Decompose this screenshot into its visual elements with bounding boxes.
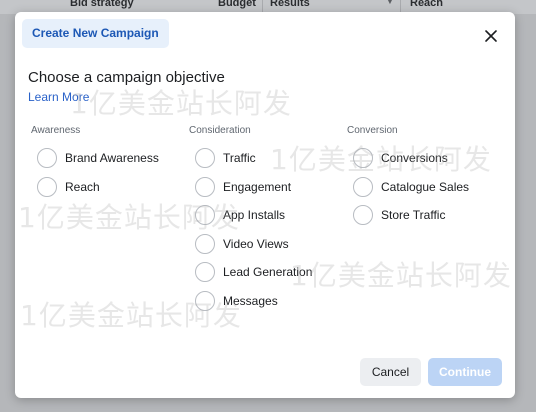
cancel-button[interactable]: Cancel xyxy=(360,358,421,386)
close-button[interactable] xyxy=(481,26,501,46)
radio-button[interactable] xyxy=(353,148,373,169)
radio-button[interactable] xyxy=(195,205,215,226)
objective-option-reach[interactable]: Reach xyxy=(31,173,159,202)
column-label-consideration: Consideration xyxy=(189,125,251,136)
column-header-bid-strategy: Bid strategy xyxy=(70,0,134,9)
radio-button[interactable] xyxy=(353,176,373,197)
objective-column-awareness: Awareness Brand Awareness Reach xyxy=(31,124,159,201)
column-label-conversion: Conversion xyxy=(347,125,398,136)
radio-button[interactable] xyxy=(353,205,373,226)
option-label: Traffic xyxy=(223,151,256,166)
objective-option-catalogue-sales[interactable]: Catalogue Sales xyxy=(347,173,469,202)
objective-column-conversion: Conversion Conversions Catalogue Sales S… xyxy=(347,124,469,230)
option-label: Engagement xyxy=(223,179,292,194)
radio-button[interactable] xyxy=(195,233,215,254)
option-label: Lead Generation xyxy=(223,265,313,280)
option-label: Brand Awareness xyxy=(65,151,159,166)
continue-button[interactable]: Continue xyxy=(428,358,502,386)
option-label: Messages xyxy=(223,293,278,308)
campaign-objective-dialog: Create New Campaign Choose a campaign ob… xyxy=(15,12,515,398)
objective-column-consideration: Consideration Traffic Engagement App Ins… xyxy=(189,124,312,315)
option-label: Reach xyxy=(65,179,100,194)
objective-option-lead-generation[interactable]: Lead Generation xyxy=(189,258,312,287)
close-icon xyxy=(485,30,497,42)
option-label: Video Views xyxy=(223,236,289,251)
radio-button[interactable] xyxy=(195,148,215,169)
objective-option-video-views[interactable]: Video Views xyxy=(189,230,312,259)
create-new-campaign-tab[interactable]: Create New Campaign xyxy=(22,19,169,48)
radio-button[interactable] xyxy=(195,176,215,197)
objective-option-conversions[interactable]: Conversions xyxy=(347,144,469,173)
dialog-heading: Choose a campaign objective xyxy=(28,69,225,86)
objective-option-engagement[interactable]: Engagement xyxy=(189,173,312,202)
objective-option-messages[interactable]: Messages xyxy=(189,287,312,316)
option-label: App Installs xyxy=(223,208,286,223)
column-header-budget: Budget xyxy=(218,0,256,9)
column-header-results: Results xyxy=(270,0,310,9)
learn-more-link[interactable]: Learn More xyxy=(28,90,89,104)
radio-button[interactable] xyxy=(37,176,57,197)
objective-option-app-installs[interactable]: App Installs xyxy=(189,201,312,230)
objective-option-store-traffic[interactable]: Store Traffic xyxy=(347,201,469,230)
column-header-reach: Reach xyxy=(410,0,444,9)
radio-button[interactable] xyxy=(195,262,215,283)
radio-button[interactable] xyxy=(37,148,57,169)
column-label-awareness: Awareness xyxy=(31,125,81,136)
sort-caret-icon: ▼ xyxy=(386,0,394,6)
option-label: Store Traffic xyxy=(381,208,446,223)
option-label: Conversions xyxy=(381,151,448,166)
objective-option-traffic[interactable]: Traffic xyxy=(189,144,312,173)
option-label: Catalogue Sales xyxy=(381,179,470,194)
objective-option-brand-awareness[interactable]: Brand Awareness xyxy=(31,144,159,173)
radio-button[interactable] xyxy=(195,290,215,311)
